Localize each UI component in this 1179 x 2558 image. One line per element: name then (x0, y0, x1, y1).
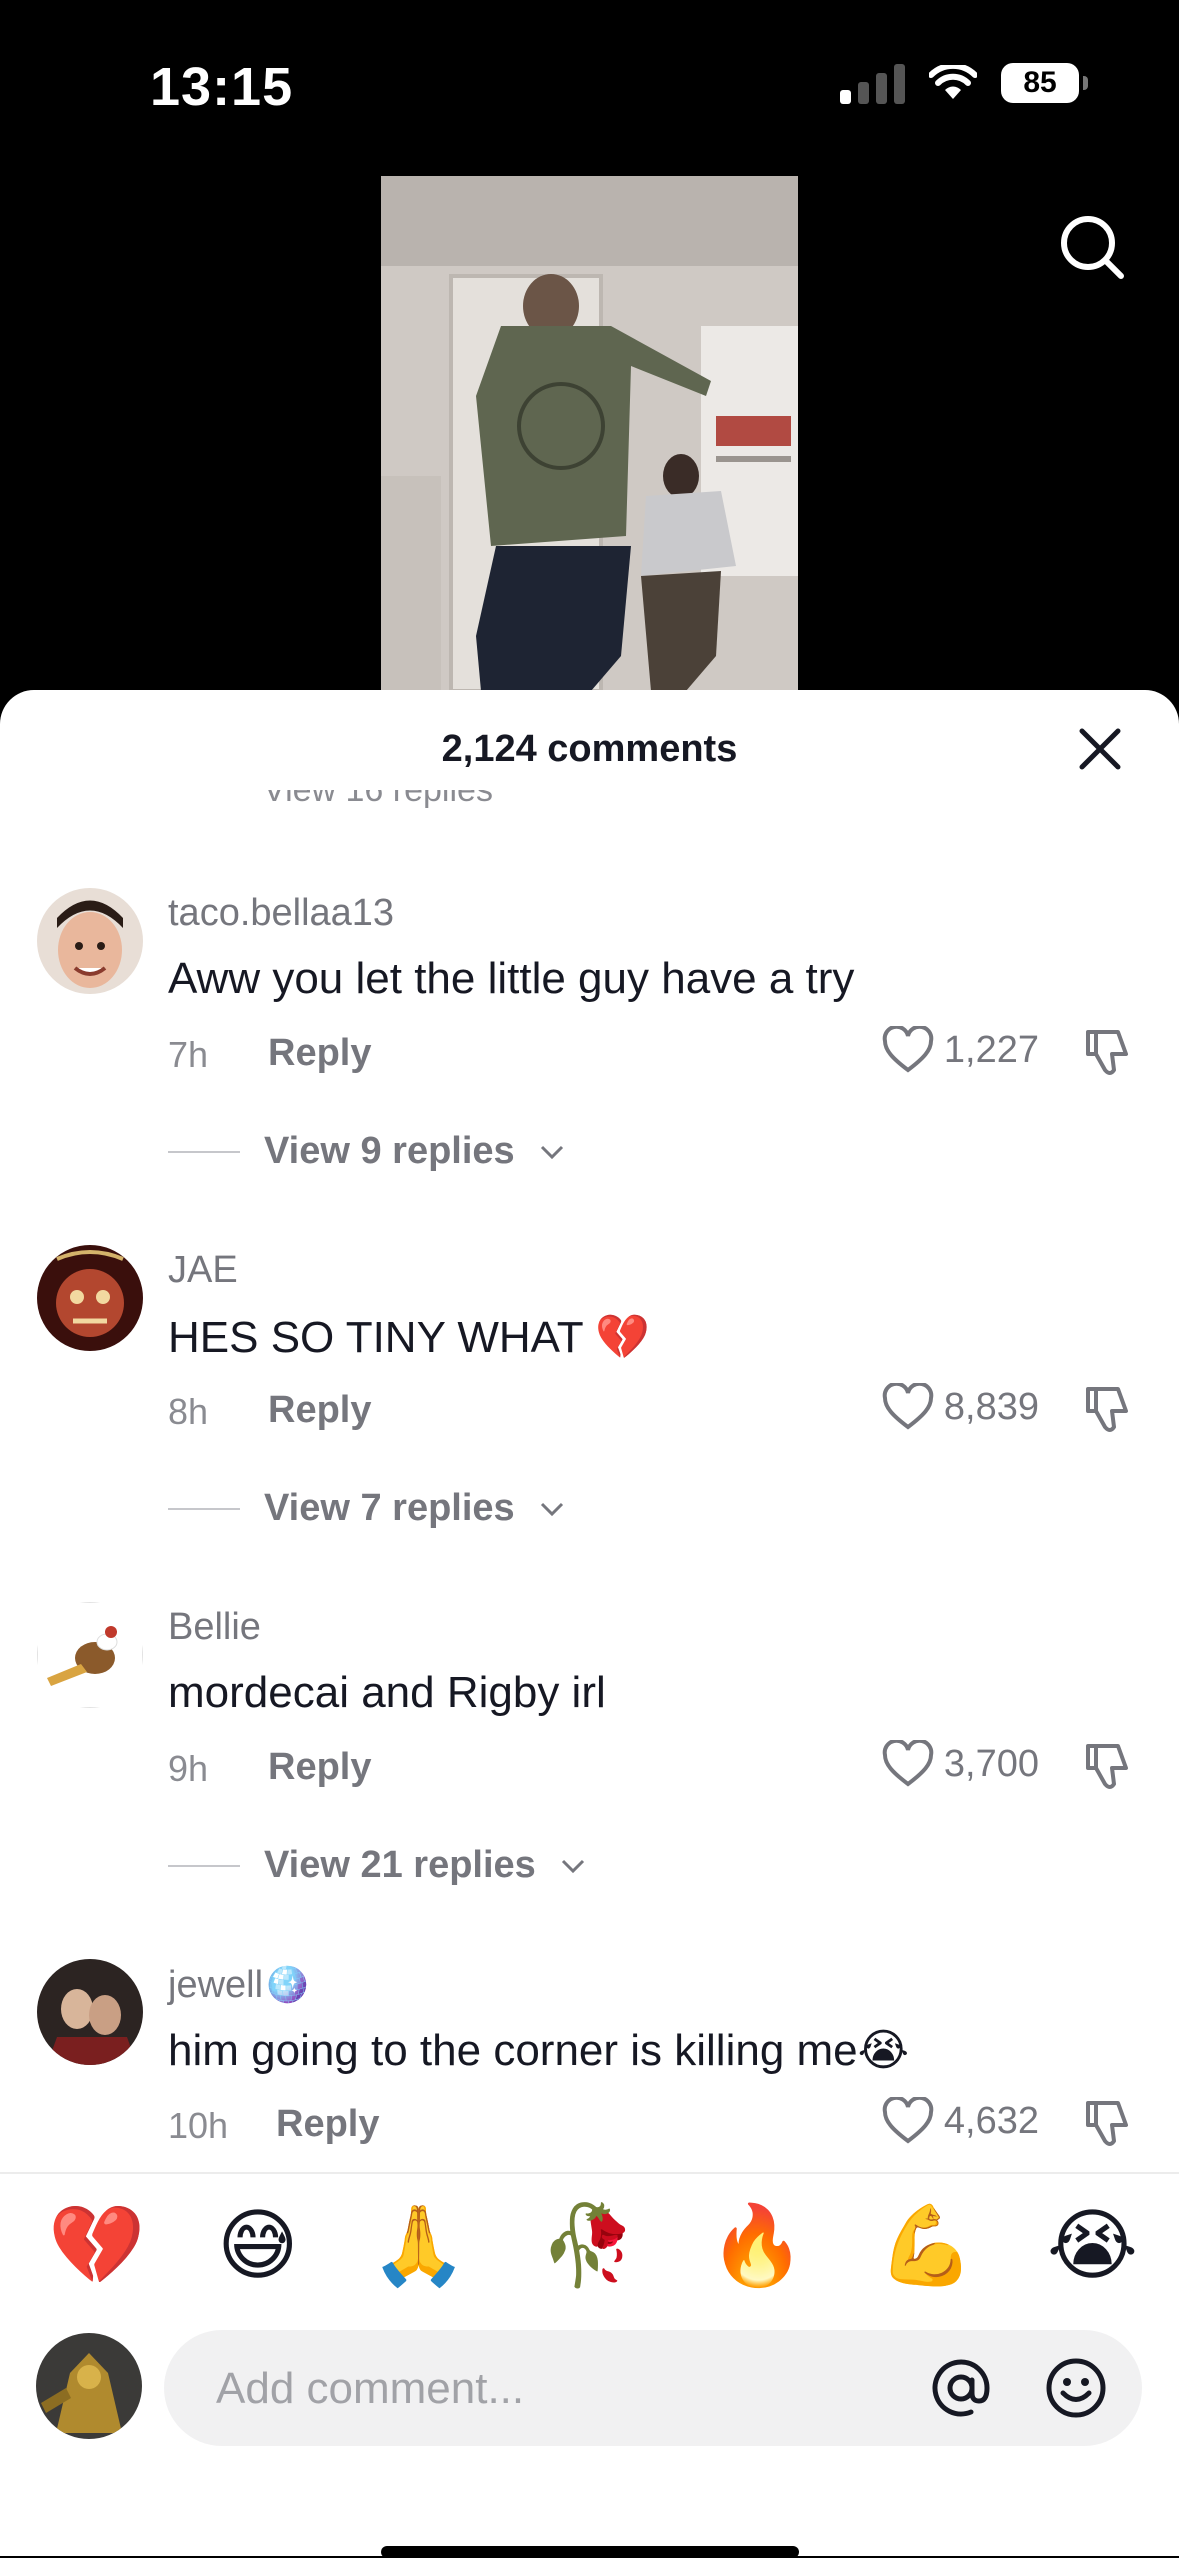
comment-text: HES SO TINY WHAT 💔 (168, 1313, 650, 1362)
emoji-sob[interactable]: 😭 (1047, 2206, 1138, 2284)
comment-text: mordecai and Rigby irl (168, 1668, 606, 1717)
dislike-icon[interactable] (1080, 1383, 1134, 1437)
reply-button[interactable]: Reply (268, 1746, 371, 1789)
view-replies-label: View 9 replies (264, 1130, 515, 1172)
video-player[interactable] (381, 176, 798, 691)
view-replies-button[interactable]: View 7 replies (168, 1487, 565, 1530)
emoji-sweat-smile[interactable]: 😅 (217, 2206, 298, 2284)
view-replies-button[interactable]: View 9 replies (168, 1130, 565, 1173)
comments-sheet: 2,124 comments View 16 replies taco.bell… (0, 690, 1179, 2558)
like-count: 3,700 (943, 1742, 1039, 1785)
comment-username[interactable]: Bellie (168, 1606, 261, 1649)
user-avatar[interactable] (36, 2333, 142, 2439)
like-button[interactable]: 8,839 (882, 1383, 1039, 1431)
dislike-icon[interactable] (1080, 2097, 1134, 2151)
view-replies-label: View 7 replies (264, 1487, 515, 1529)
reply-button[interactable]: Reply (268, 1032, 371, 1075)
chevron-down-icon (540, 1502, 563, 1516)
signal-icon (840, 62, 905, 104)
comment-item: jewell🪩 him going to the corner is killi… (0, 1959, 1179, 2169)
comment-username[interactable]: JAE (168, 1249, 238, 1292)
comment-time: 7h (168, 1034, 209, 1075)
status-time: 13:15 (150, 57, 294, 117)
view-replies-label: View 21 replies (264, 1844, 536, 1886)
comment-input[interactable] (214, 2330, 818, 2448)
home-indicator (381, 2546, 799, 2558)
heart-icon (882, 2097, 934, 2144)
comment-composer (164, 2330, 1142, 2448)
emoji-fire[interactable]: 🔥 (709, 2206, 806, 2284)
like-count: 8,839 (943, 1385, 1039, 1428)
comment-time: 8h (168, 1391, 209, 1432)
dislike-icon[interactable] (1080, 1026, 1134, 1080)
emoji-icon[interactable] (1044, 2356, 1108, 2420)
chevron-down-icon (540, 1145, 563, 1159)
heart-icon (882, 1383, 934, 1430)
quick-emoji-bar: 💔 😅 🙏 🥀 🔥 💪 😭 (48, 2206, 1138, 2284)
emoji-pray[interactable]: 🙏 (370, 2206, 467, 2284)
view-replies-button[interactable]: View 21 replies (168, 1844, 586, 1887)
comment-item: JAE HES SO TINY WHAT 💔 8h Reply 8,839 Vi… (0, 1245, 1179, 1585)
divider (0, 2172, 1179, 2174)
emoji-broken-heart[interactable]: 💔 (48, 2206, 145, 2284)
like-button[interactable]: 1,227 (882, 1026, 1039, 1074)
comment-username[interactable]: taco.bellaa13 (168, 892, 394, 935)
avatar[interactable] (37, 888, 143, 994)
like-count: 1,227 (943, 1028, 1039, 1071)
reply-button[interactable]: Reply (268, 1389, 371, 1432)
avatar[interactable] (37, 1602, 143, 1708)
comment-text: him going to the corner is killing me😭 (168, 2026, 910, 2075)
avatar[interactable] (37, 1959, 143, 2065)
like-button[interactable]: 4,632 (882, 2097, 1039, 2145)
dislike-icon[interactable] (1080, 1740, 1134, 1794)
like-count: 4,632 (943, 2099, 1039, 2142)
wifi-icon (929, 65, 977, 99)
heart-icon (882, 1740, 934, 1787)
close-icon[interactable] (1078, 727, 1122, 771)
comment-item: taco.bellaa13 Aww you let the little guy… (0, 888, 1179, 1228)
comment-text: Aww you let the little guy have a try (168, 954, 855, 1003)
comment-time: 9h (168, 1748, 209, 1789)
like-button[interactable]: 3,700 (882, 1740, 1039, 1788)
status-icons: 85 (840, 62, 1088, 104)
reply-button[interactable]: Reply (276, 2103, 379, 2146)
heart-icon (882, 1026, 934, 1073)
search-icon[interactable] (1055, 210, 1129, 284)
battery-indicator: 85 (1001, 63, 1088, 103)
comments-count-title: 2,124 comments (441, 728, 738, 770)
chevron-down-icon (561, 1859, 584, 1873)
at-icon[interactable] (929, 2356, 993, 2420)
avatar[interactable] (37, 1245, 143, 1351)
comment-time: 10h (168, 2105, 229, 2146)
emoji-wilted-rose[interactable]: 🥀 (540, 2206, 637, 2284)
comment-username[interactable]: jewell🪩 (168, 1963, 310, 2007)
emoji-muscle[interactable]: 💪 (878, 2206, 975, 2284)
faded-view-replies: View 16 replies (263, 790, 543, 808)
comment-item: Bellie mordecai and Rigby irl 9h Reply 3… (0, 1602, 1179, 1942)
